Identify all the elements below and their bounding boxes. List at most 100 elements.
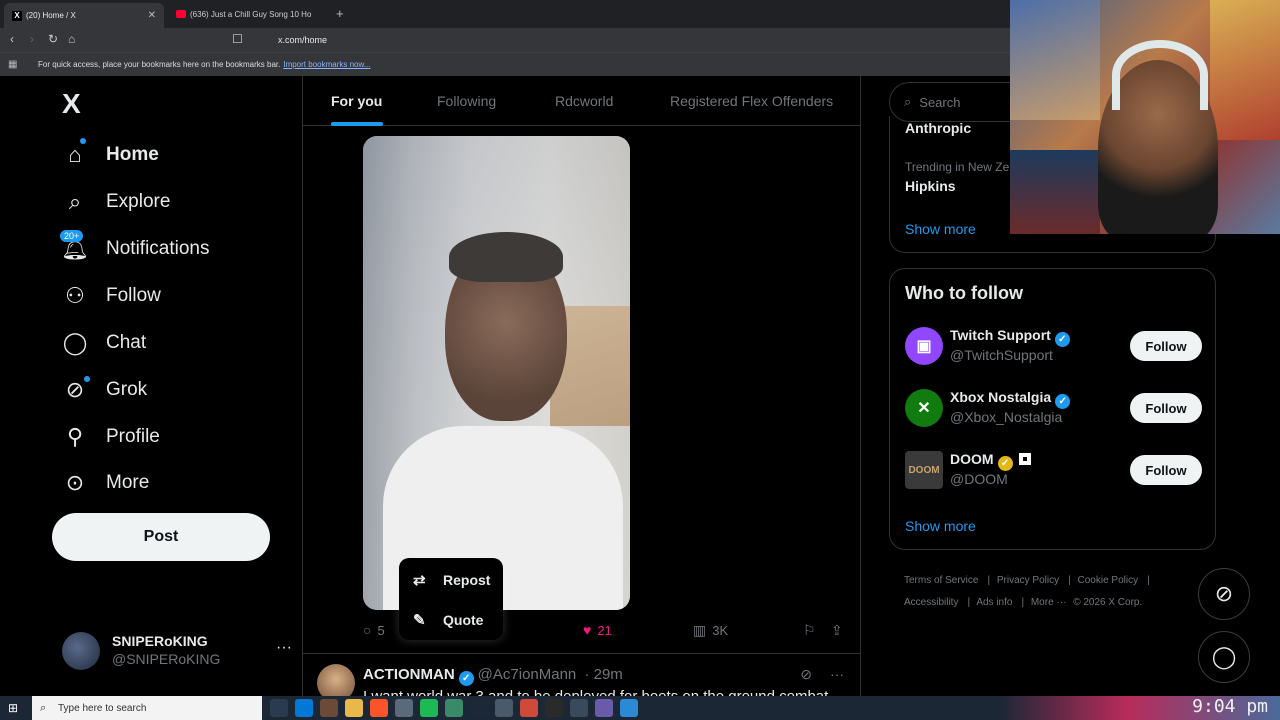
follow-button[interactable]: Follow xyxy=(1130,393,1202,423)
app-icon[interactable] xyxy=(520,699,538,717)
address-bar-row: ‹ › ↻ ⌂ ☐ x.com/home xyxy=(0,28,1010,52)
active-tab-indicator xyxy=(331,122,383,126)
nav-more[interactable]: ⊙ More xyxy=(62,466,150,500)
account-switcher[interactable]: SNIPERoKING @SNIPERoKING ··· xyxy=(62,631,292,671)
more-dots-icon[interactable]: ··· xyxy=(276,639,292,657)
repost-menu-item[interactable]: ⇄ Repost xyxy=(413,566,490,594)
verified-icon: ✓ xyxy=(1055,394,1071,409)
suggestion-row[interactable]: DOOM DOOM ✓ @DOOM Follow xyxy=(905,449,1202,493)
forward-icon[interactable]: › xyxy=(30,32,34,46)
apps-grid-icon[interactable]: ▦ xyxy=(8,59,17,70)
footer-links: Terms of Service | Privacy Policy | Cookie… xyxy=(904,575,1150,608)
suggestion-row[interactable]: ✕ Xbox Nostalgia ✓ @Xbox_Nostalgia Follow xyxy=(905,387,1202,431)
account-handle: @SNIPERoKING xyxy=(112,651,221,667)
suggestion-name: DOOM ✓ xyxy=(950,451,1031,471)
import-bookmarks-link[interactable]: Import bookmarks now... xyxy=(283,60,370,69)
grok-float-button[interactable]: ⊘ xyxy=(1198,568,1250,620)
tab-registered-flex-offenders[interactable]: Registered Flex Offenders xyxy=(670,93,833,109)
suggestion-row[interactable]: ▣ Twitch Support ✓ @TwitchSupport Follow xyxy=(905,325,1202,369)
app-icon[interactable] xyxy=(320,699,338,717)
feed-tabs: For you Following Rdcworld Registered Fl… xyxy=(303,76,860,126)
video-player[interactable] xyxy=(363,136,630,610)
reply-button[interactable]: ○ 5 xyxy=(363,622,385,638)
app-icon[interactable] xyxy=(395,699,413,717)
reload-icon[interactable]: ↻ xyxy=(48,32,58,46)
tab-following[interactable]: Following xyxy=(437,93,496,109)
back-icon[interactable]: ‹ xyxy=(10,32,14,46)
bookmark-star-icon[interactable]: ☐ xyxy=(232,32,243,46)
tab-x-home[interactable]: X (20) Home / X ✕ xyxy=(4,3,164,28)
app-icon[interactable] xyxy=(445,699,463,717)
post-button[interactable]: Post xyxy=(52,513,270,561)
reply-icon: ○ xyxy=(363,622,372,638)
footer-link[interactable]: Terms of Service xyxy=(904,575,978,586)
grok-icon[interactable]: ⊘ xyxy=(800,666,812,682)
steam-icon[interactable] xyxy=(470,699,488,717)
bookmark-button[interactable]: ⚐ xyxy=(803,622,822,639)
nav-follow[interactable]: ⚇ Follow xyxy=(62,279,161,313)
tab-rdcworld[interactable]: Rdcworld xyxy=(555,93,613,109)
author-handle[interactable]: @Ac7ionMann xyxy=(478,666,577,683)
search-placeholder: Search xyxy=(919,94,961,110)
chat-icon: ◯ xyxy=(1211,644,1237,669)
taskbar-search-input[interactable]: ⌕ Type here to search xyxy=(32,696,262,720)
brave-icon[interactable] xyxy=(370,699,388,717)
windows-start-icon[interactable]: ⊞ xyxy=(8,701,18,715)
search-icon: ⌕ xyxy=(904,94,912,109)
follow-button[interactable]: Follow xyxy=(1130,455,1202,485)
suggestion-name: Twitch Support ✓ xyxy=(950,327,1070,347)
new-tab-icon[interactable]: + xyxy=(336,6,344,21)
trend-item[interactable]: Anthropic xyxy=(905,120,971,136)
footer-link[interactable]: Accessibility xyxy=(904,597,958,608)
bookmark-icon: ⚐ xyxy=(803,622,816,638)
tab-youtube[interactable]: (636) Just a Chill Guy Song 10 Ho xyxy=(168,3,328,25)
avatar xyxy=(62,632,100,670)
trend-context: Trending in New Ze xyxy=(905,160,1010,174)
x-logo-icon[interactable]: X xyxy=(62,88,81,120)
nav-explore[interactable]: ⌕ Explore xyxy=(62,185,171,219)
youtube-favicon-icon xyxy=(176,10,186,18)
grok-icon: ⊘ xyxy=(1214,581,1234,606)
footer-link[interactable]: Privacy Policy xyxy=(997,575,1059,586)
follow-button[interactable]: Follow xyxy=(1130,331,1202,361)
chat-float-button[interactable]: ◯ xyxy=(1198,631,1250,683)
more-dots-icon[interactable]: ··· xyxy=(830,666,844,682)
spotify-icon[interactable] xyxy=(420,699,438,717)
author-name[interactable]: ACTIONMAN xyxy=(363,666,455,683)
close-tab-icon[interactable]: ✕ xyxy=(148,10,156,21)
edge-icon[interactable] xyxy=(295,699,313,717)
show-more-link[interactable]: Show more xyxy=(905,518,976,534)
trend-item[interactable]: Hipkins xyxy=(905,178,956,194)
footer-link[interactable]: Cookie Policy xyxy=(1078,575,1139,586)
bookmarks-hint: For quick access, place your bookmarks h… xyxy=(38,60,281,69)
app-icon[interactable] xyxy=(595,699,613,717)
show-more-link[interactable]: Show more xyxy=(905,221,976,237)
url-field[interactable]: x.com/home xyxy=(250,30,980,50)
epic-games-icon[interactable] xyxy=(545,699,563,717)
nav-home[interactable]: ⌂ Home xyxy=(62,138,159,172)
like-button[interactable]: ♥ 21 xyxy=(583,622,612,638)
views-button[interactable]: ▥ 3K xyxy=(693,622,728,639)
tab-label: (636) Just a Chill Guy Song 10 Ho xyxy=(190,9,312,19)
webcam-poster xyxy=(1210,0,1280,140)
next-post[interactable]: ACTIONMAN✓@Ac7ionMann · 29m ⊘ ··· I want… xyxy=(303,653,860,705)
app-icon[interactable] xyxy=(495,699,513,717)
task-view-icon[interactable] xyxy=(270,699,288,717)
browser-tab-strip: X (20) Home / X ✕ (636) Just a Chill Guy… xyxy=(0,0,1010,28)
app-icon[interactable] xyxy=(570,699,588,717)
nav-notifications[interactable]: 🔔︎ Notifications xyxy=(61,232,210,266)
nav-label: Home xyxy=(106,144,159,165)
tab-for-you[interactable]: For you xyxy=(331,93,382,109)
app-icon[interactable] xyxy=(620,699,638,717)
footer-link[interactable]: Ads info xyxy=(976,597,1012,608)
home-browser-icon[interactable]: ⌂ xyxy=(68,32,75,46)
nav-chat[interactable]: ◯ Chat xyxy=(62,326,146,360)
person-add-icon: ⚇ xyxy=(65,283,85,308)
nav-profile[interactable]: ⚲ Profile xyxy=(62,420,160,454)
file-explorer-icon[interactable] xyxy=(345,699,363,717)
url-text: x.com/home xyxy=(278,35,328,45)
footer-link[interactable]: More ··· xyxy=(1031,597,1067,608)
nav-label: Notifications xyxy=(106,238,210,259)
nav-grok[interactable]: ⊘ Grok xyxy=(62,373,147,407)
share-button[interactable]: ⇪ xyxy=(831,622,849,639)
